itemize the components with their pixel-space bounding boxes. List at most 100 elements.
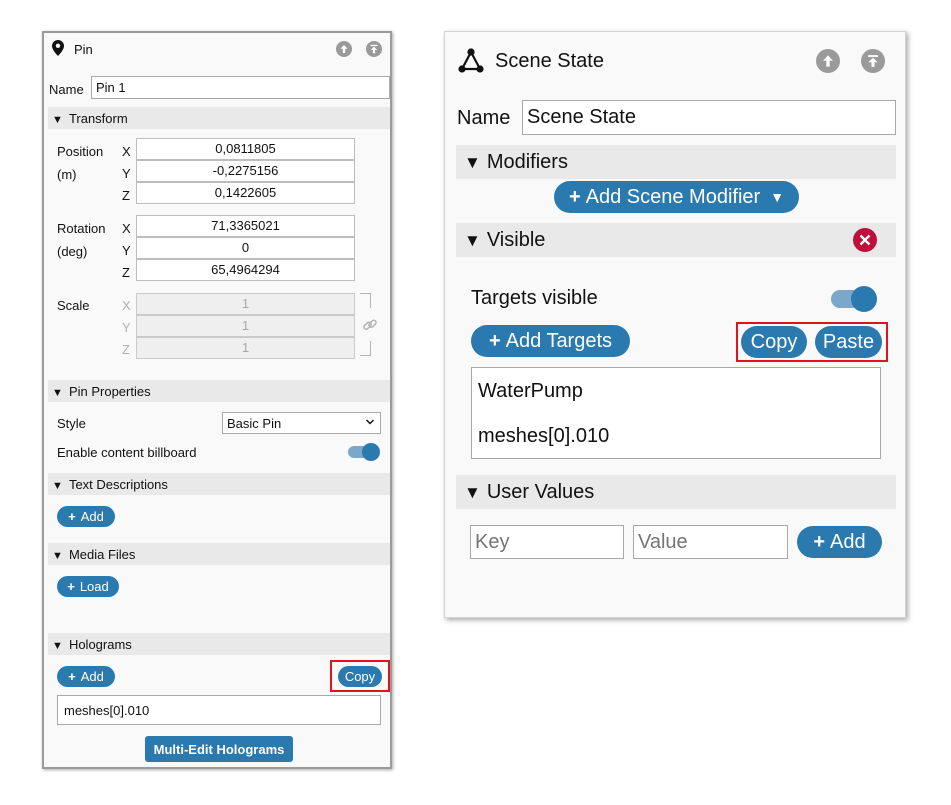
billboard-toggle-knob[interactable] [362, 443, 380, 461]
add-scene-modifier-button[interactable]: + Add Scene Modifier ▼ [554, 181, 799, 213]
scale-link-bracket-top [360, 293, 371, 308]
plus-icon: + [68, 509, 76, 524]
axis-y-label: Y [122, 320, 131, 335]
link-icon[interactable] [362, 317, 378, 336]
add-hologram-button[interactable]: + Add [57, 666, 115, 687]
text-descriptions-section-header[interactable]: ▼ Text Descriptions [48, 473, 390, 495]
targets-list[interactable]: WaterPump meshes[0].010 [471, 367, 881, 459]
axis-x-label: X [122, 298, 131, 313]
media-files-section-header[interactable]: ▼ Media Files [48, 543, 390, 565]
rotation-unit: (deg) [57, 244, 88, 259]
scale-y-input: 1 [136, 315, 355, 337]
pin-panel: Pin Name Pin 1 ▼ Transform Position (m) X… [42, 31, 392, 769]
paste-targets-button[interactable]: Paste [815, 326, 882, 358]
axis-x-label: X [122, 144, 131, 159]
move-up-button[interactable] [816, 49, 840, 73]
visible-section-header[interactable]: ▼ Visible [456, 223, 896, 257]
transform-section-header[interactable]: ▼ Transform [48, 107, 390, 129]
collapse-triangle-icon: ▼ [52, 640, 63, 652]
section-title: Text Descriptions [68, 477, 168, 492]
position-y-input[interactable]: -0,2275156 [136, 160, 355, 182]
rotation-y-input[interactable]: 0 [136, 237, 355, 259]
add-text-description-button[interactable]: + Add [57, 506, 115, 527]
section-title: Transform [68, 111, 128, 126]
button-label: Multi-Edit Holograms [153, 741, 285, 757]
section-title: Modifiers [486, 151, 568, 173]
name-input[interactable]: Pin 1 [91, 76, 390, 99]
axis-y-label: Y [122, 166, 131, 181]
name-label: Name [457, 107, 511, 129]
add-user-value-button[interactable]: + Add [797, 526, 882, 558]
button-label: Add Scene Modifier [585, 185, 761, 208]
style-label: Style [57, 416, 86, 431]
plus-icon: + [568, 185, 581, 208]
style-select[interactable]: Basic Pin [222, 412, 381, 434]
list-item[interactable]: meshes[0].010 [478, 425, 609, 448]
name-input-value: Pin 1 [96, 80, 126, 95]
arrow-to-top-icon [370, 44, 378, 54]
collapse-triangle-icon: ▼ [52, 480, 63, 492]
position-label: Position [57, 144, 104, 159]
scale-link-bracket-bottom [360, 341, 371, 356]
collapse-triangle-icon: ▼ [464, 231, 481, 250]
add-targets-button[interactable]: + Add Targets [471, 325, 630, 357]
name-label: Name [49, 82, 84, 97]
axis-z-label: Z [122, 342, 130, 357]
collapse-triangle-icon: ▼ [464, 483, 481, 502]
collapse-triangle-icon: ▼ [52, 550, 63, 562]
user-values-section-header[interactable]: ▼ User Values [456, 475, 896, 509]
collapse-triangle-icon: ▼ [464, 153, 481, 172]
scene-graph-icon [457, 47, 485, 81]
list-item[interactable]: meshes[0].010 [64, 703, 149, 718]
section-title: Media Files [68, 547, 136, 562]
rotation-label: Rotation [57, 221, 106, 236]
button-label: Load [79, 579, 109, 594]
billboard-label: Enable content billboard [57, 445, 197, 460]
pin-properties-section-header[interactable]: ▼ Pin Properties [48, 380, 390, 402]
arrow-up-icon [340, 45, 348, 53]
axis-z-label: Z [122, 265, 130, 280]
panel-title: Pin [74, 42, 93, 57]
section-title: Pin Properties [68, 384, 151, 399]
modifiers-section-header[interactable]: ▼ Modifiers [456, 145, 896, 179]
remove-modifier-icon[interactable] [853, 228, 877, 258]
name-input[interactable]: Scene State [522, 100, 896, 135]
copy-holograms-button[interactable]: Copy [338, 666, 382, 687]
button-label: Add [80, 509, 104, 524]
section-title: User Values [486, 481, 595, 503]
holograms-section-header[interactable]: ▼ Holograms [48, 633, 390, 655]
copy-targets-button[interactable]: Copy [741, 326, 807, 358]
move-top-button[interactable] [366, 41, 382, 57]
scale-z-input: 1 [136, 337, 355, 359]
load-media-button[interactable]: + Load [57, 576, 119, 597]
position-x-input[interactable]: 0,0811805 [136, 138, 355, 160]
map-pin-icon [52, 40, 64, 59]
button-label: Copy [750, 330, 798, 353]
scene-state-panel: Scene State Name Scene State ▼ Modifiers … [444, 31, 906, 618]
button-label: Copy [344, 669, 376, 684]
collapse-triangle-icon: ▼ [52, 114, 63, 126]
list-item[interactable]: WaterPump [478, 380, 583, 403]
section-title: Holograms [68, 637, 132, 652]
arrow-up-icon [823, 55, 833, 67]
plus-icon: + [68, 669, 76, 684]
value-input[interactable] [633, 525, 788, 559]
section-title: Visible [486, 229, 546, 251]
rotation-z-input[interactable]: 65,4964294 [136, 259, 355, 281]
plus-icon: + [488, 329, 501, 352]
targets-visible-toggle-knob[interactable] [851, 286, 877, 312]
name-input-value: Scene State [527, 106, 636, 128]
chevron-down-icon [365, 417, 375, 430]
rotation-x-input[interactable]: 71,3365021 [136, 215, 355, 237]
axis-z-label: Z [122, 188, 130, 203]
position-z-input[interactable]: 0,1422605 [136, 182, 355, 204]
style-select-value: Basic Pin [227, 415, 282, 431]
caret-down-icon: ▼ [770, 189, 785, 205]
move-top-button[interactable] [861, 49, 885, 73]
button-label: Add [830, 530, 866, 553]
key-input[interactable] [470, 525, 624, 559]
button-label: Paste [822, 330, 875, 353]
holograms-list[interactable]: meshes[0].010 [57, 695, 381, 725]
multi-edit-holograms-button[interactable]: Multi-Edit Holograms [145, 736, 293, 762]
move-up-button[interactable] [336, 41, 352, 57]
